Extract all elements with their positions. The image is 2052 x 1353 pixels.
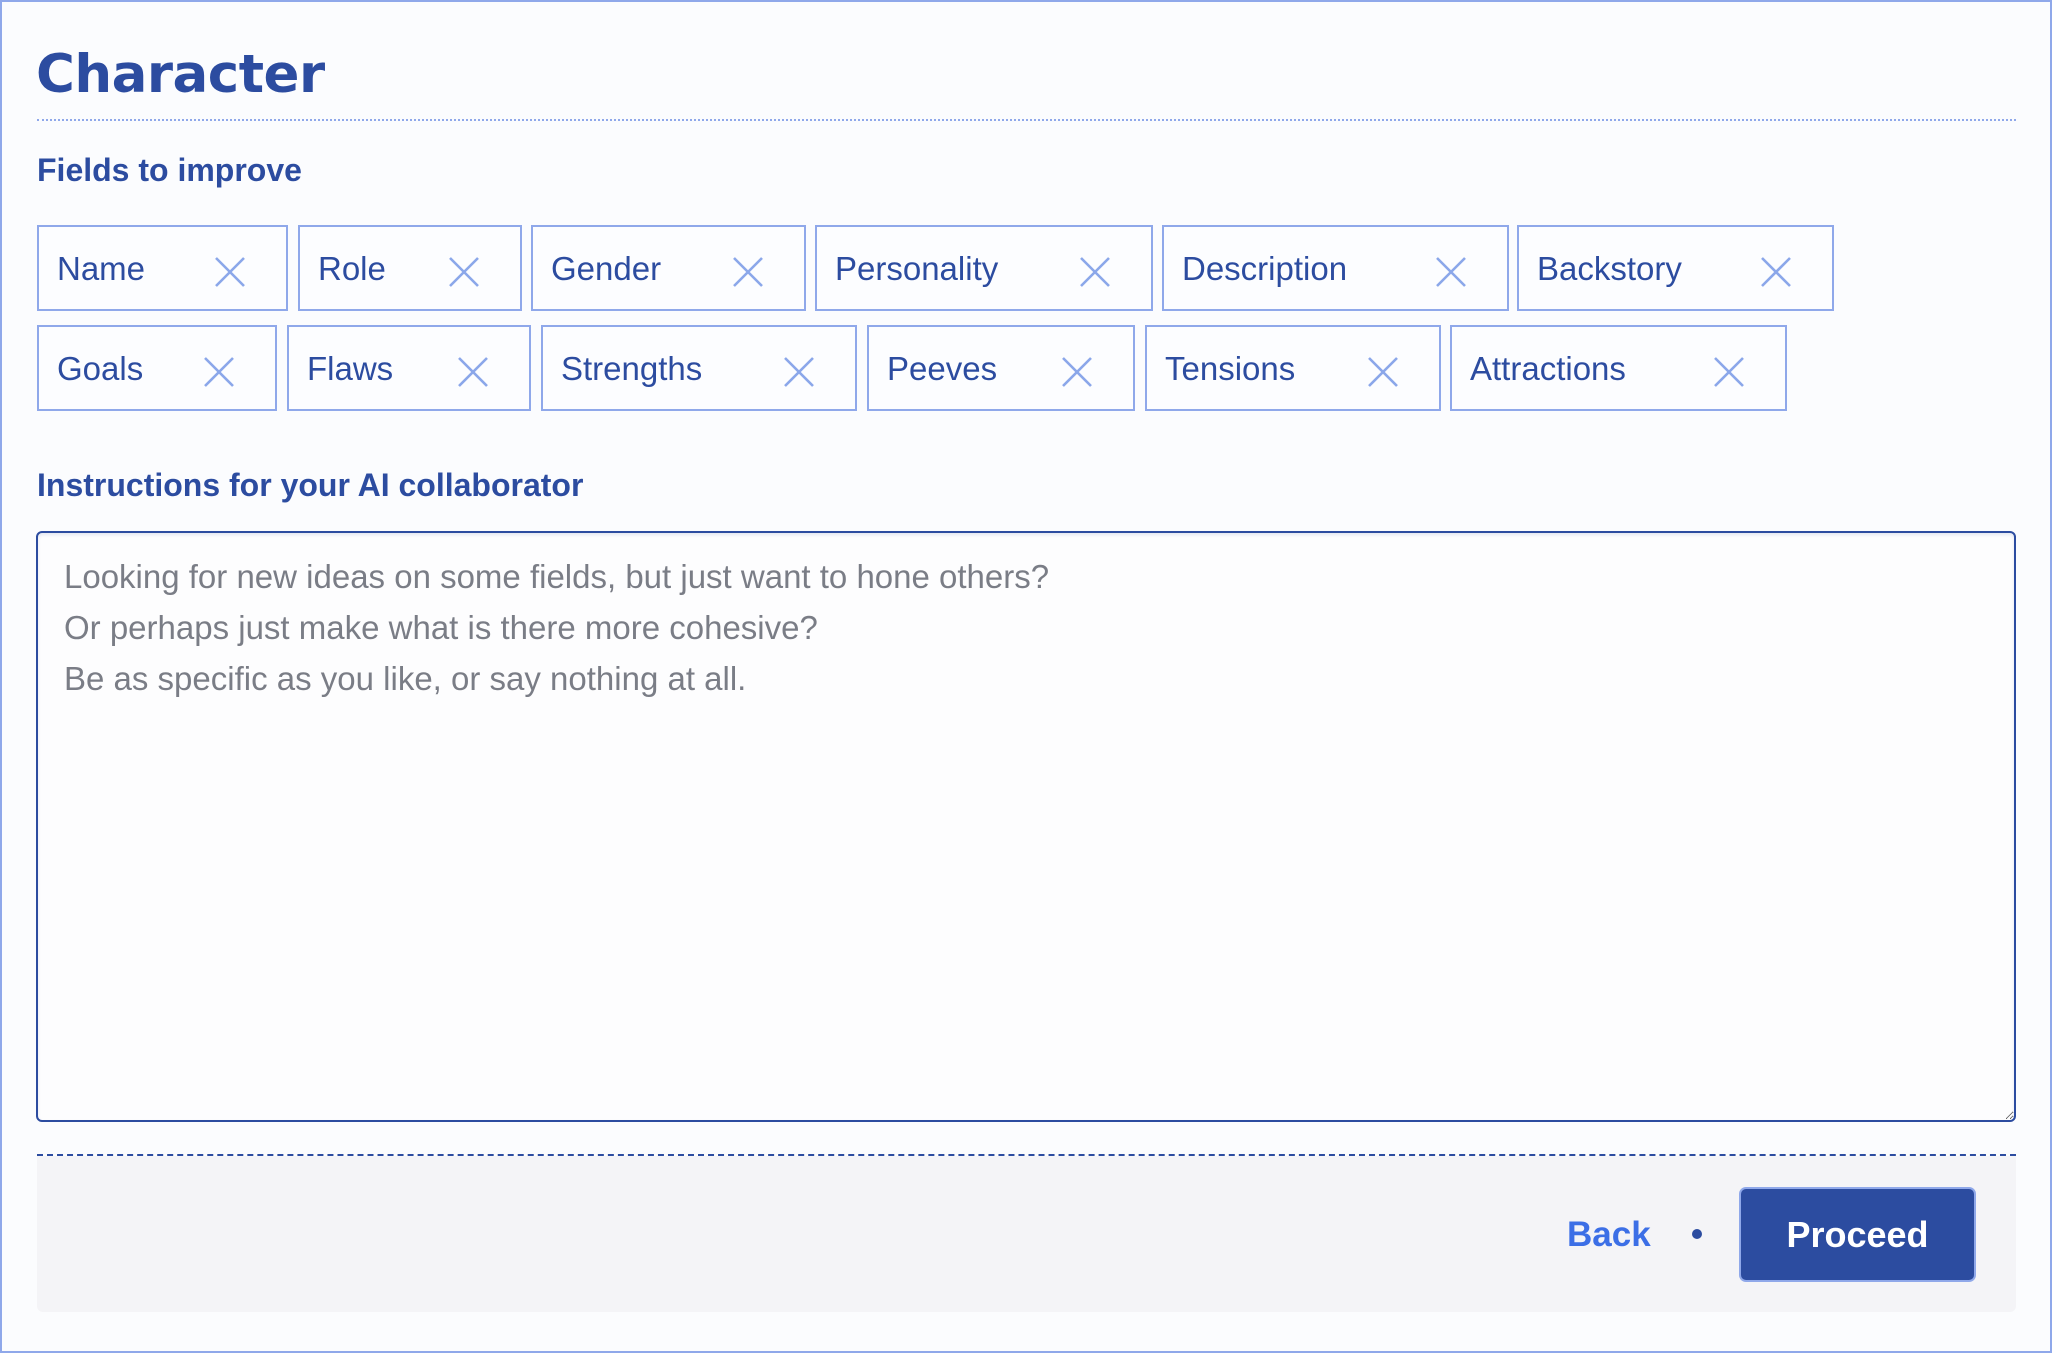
fields-section-label: Fields to improve xyxy=(37,152,302,188)
field-chip: Attractions xyxy=(1450,325,1787,411)
instructions-textarea[interactable] xyxy=(36,531,2016,1122)
field-chip: Strengths xyxy=(541,325,857,411)
separator-dot xyxy=(1692,1229,1702,1239)
close-icon[interactable] xyxy=(214,256,246,288)
back-button[interactable]: Back xyxy=(1567,1213,1651,1257)
proceed-button[interactable]: Proceed xyxy=(1739,1187,1976,1282)
instructions-section-label: Instructions for your AI collaborator xyxy=(37,467,584,503)
field-chip-label: Personality xyxy=(835,250,999,287)
field-chip: Tensions xyxy=(1145,325,1441,411)
field-chip: Personality xyxy=(815,225,1153,311)
field-chip-label: Name xyxy=(57,250,146,287)
close-icon[interactable] xyxy=(448,256,480,288)
field-chip: Goals xyxy=(37,325,277,411)
title-divider xyxy=(37,119,2016,121)
close-icon[interactable] xyxy=(1760,256,1792,288)
field-chip: Name xyxy=(37,225,288,311)
close-icon[interactable] xyxy=(1079,256,1111,288)
close-icon[interactable] xyxy=(457,356,489,388)
field-chip: Flaws xyxy=(287,325,531,411)
field-chip-label: Flaws xyxy=(307,350,394,387)
close-icon[interactable] xyxy=(1435,256,1467,288)
field-chip-label: Goals xyxy=(57,350,144,387)
field-chip-label: Role xyxy=(318,250,386,287)
close-icon[interactable] xyxy=(1367,356,1399,388)
close-icon[interactable] xyxy=(1061,356,1093,388)
close-icon[interactable] xyxy=(1713,356,1745,388)
field-chip-label: Tensions xyxy=(1165,350,1296,387)
field-chip: Backstory xyxy=(1517,225,1834,311)
close-icon[interactable] xyxy=(732,256,764,288)
close-icon[interactable] xyxy=(783,356,815,388)
field-chip-label: Gender xyxy=(551,250,662,287)
field-chip: Gender xyxy=(531,225,806,311)
field-chip-label: Description xyxy=(1182,250,1348,287)
close-icon[interactable] xyxy=(203,356,235,388)
field-chip: Peeves xyxy=(867,325,1135,411)
field-chip-label: Peeves xyxy=(887,350,998,387)
page-title: Character xyxy=(36,44,325,105)
field-chip-label: Strengths xyxy=(561,350,703,387)
footer-bar xyxy=(37,1156,2016,1312)
field-chip-label: Attractions xyxy=(1470,350,1626,387)
field-chip: Description xyxy=(1162,225,1509,311)
field-chip: Role xyxy=(298,225,522,311)
field-chip-label: Backstory xyxy=(1537,250,1682,287)
